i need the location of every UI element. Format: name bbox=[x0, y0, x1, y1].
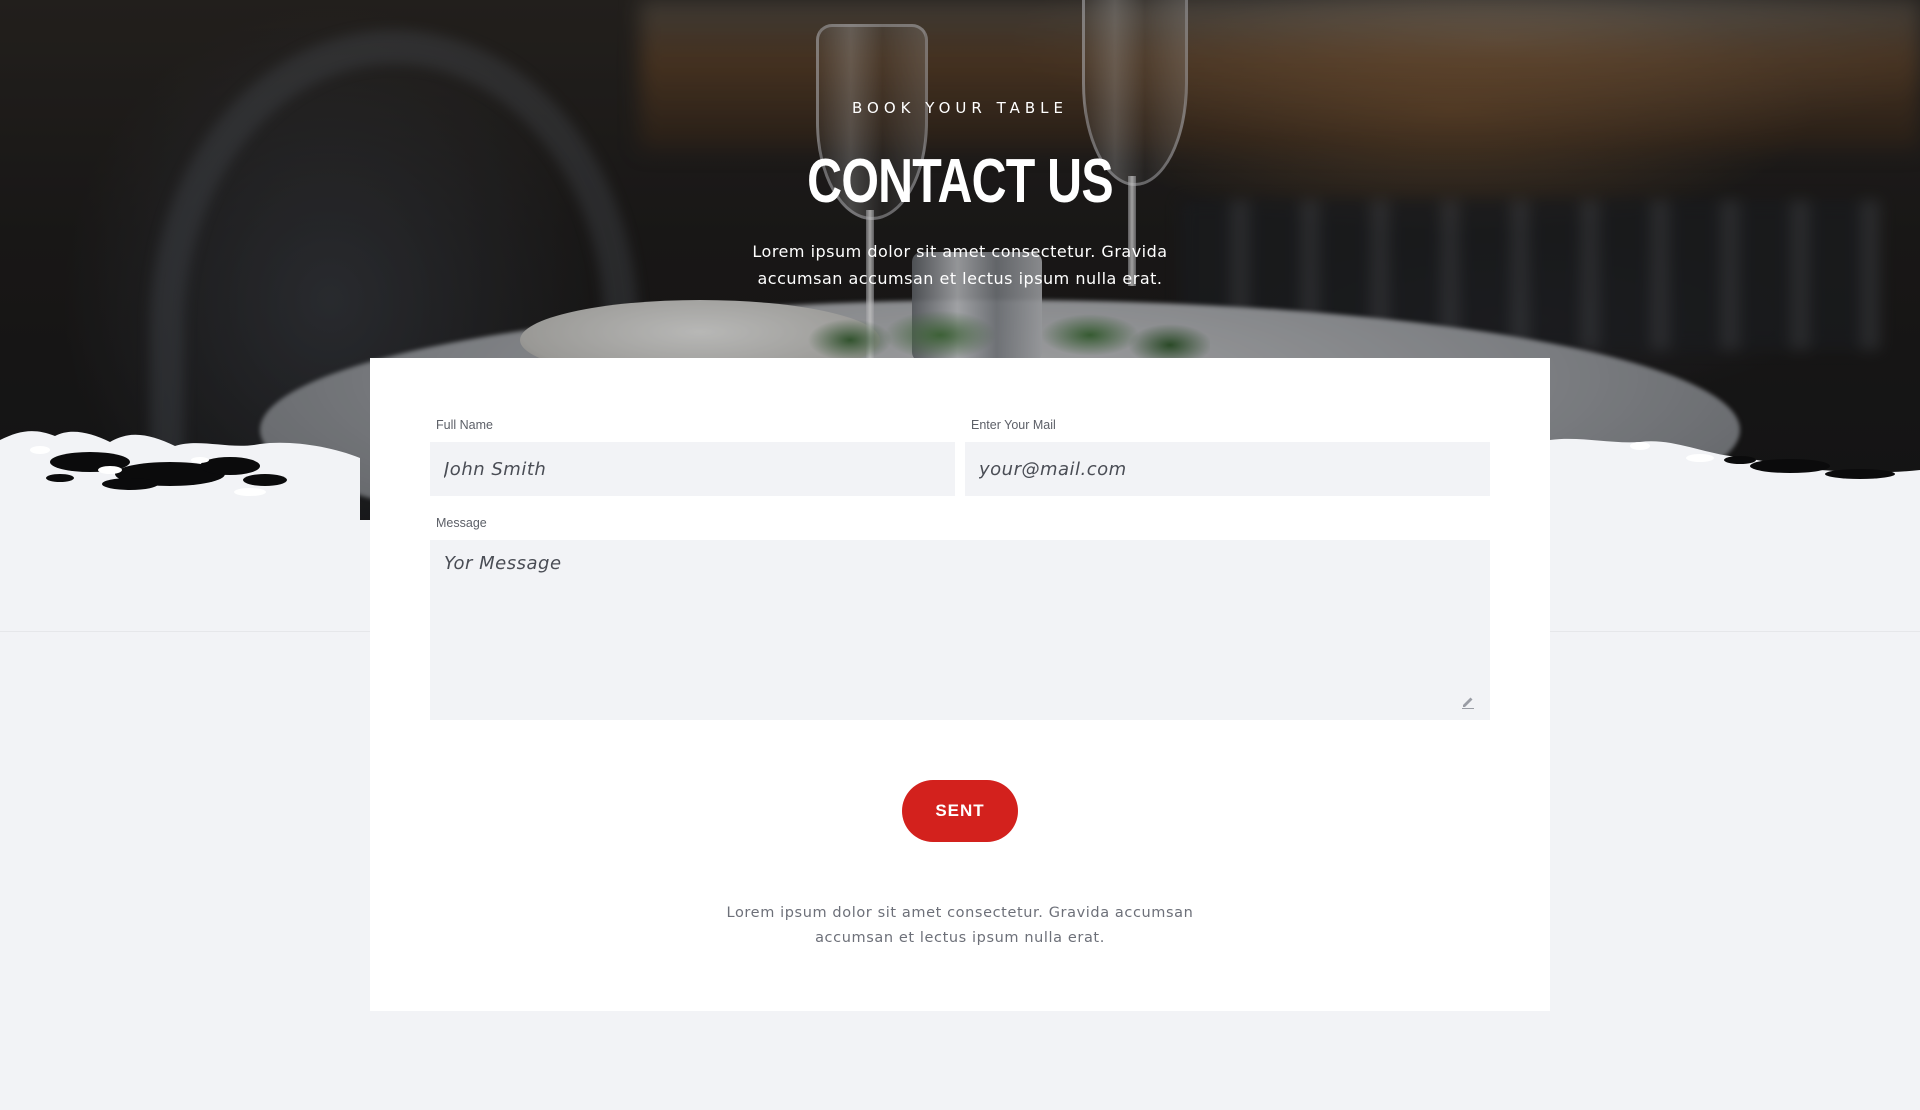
message-textarea[interactable] bbox=[430, 540, 1490, 720]
pencil-icon[interactable] bbox=[1460, 694, 1476, 710]
form-note: Lorem ipsum dolor sit amet consectetur. … bbox=[726, 905, 1194, 946]
contact-page: BOOK YOUR TABLE CONTACT US Lorem ipsum d… bbox=[0, 0, 1920, 1110]
message-label: Message bbox=[436, 516, 487, 530]
hero-eyebrow: BOOK YOUR TABLE bbox=[852, 99, 1068, 117]
sent-button[interactable]: SENT bbox=[902, 780, 1018, 842]
email-input[interactable] bbox=[965, 442, 1490, 496]
hero-intro: Lorem ipsum dolor sit amet consectetur. … bbox=[752, 242, 1168, 288]
full-name-input[interactable] bbox=[430, 442, 955, 496]
contact-form-card: Full Name Enter Your Mail Message SENT L… bbox=[370, 358, 1550, 1011]
page-title: CONTACT US bbox=[807, 147, 1113, 216]
full-name-label: Full Name bbox=[436, 418, 493, 432]
email-label: Enter Your Mail bbox=[971, 418, 1056, 432]
